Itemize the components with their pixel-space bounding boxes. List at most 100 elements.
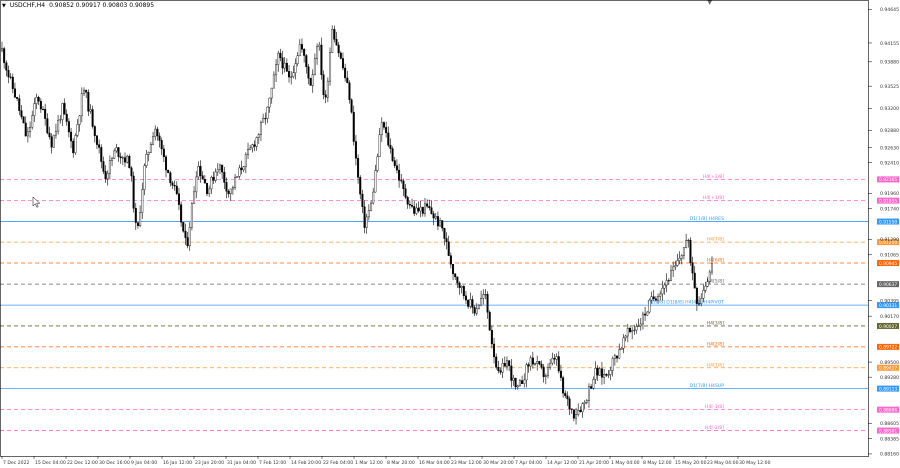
candle-body — [400, 180, 403, 182]
candle-body — [13, 88, 16, 98]
candle-body — [50, 136, 53, 148]
candle-body — [508, 360, 511, 367]
candle-body — [128, 155, 131, 169]
candle-body — [234, 177, 237, 188]
candle-body — [480, 298, 483, 306]
candle-body — [39, 100, 42, 110]
price-chart[interactable]: H4[+2/8] 0.92165 H4[+1/8] 0.91855 D1[1/8] H4… — [0, 0, 900, 468]
candle-body — [540, 363, 543, 368]
candle-body — [568, 398, 571, 409]
candle-body — [708, 271, 711, 282]
candle-body — [87, 92, 90, 112]
candle-body — [152, 136, 155, 145]
level-price-badge-text: 0.91855 — [879, 198, 897, 204]
candle-body — [497, 367, 500, 371]
candle-body — [367, 210, 370, 218]
candle-body — [512, 377, 515, 381]
candle-body — [270, 87, 273, 99]
candle-body — [581, 403, 584, 413]
candle-body — [659, 293, 662, 297]
candle-body — [262, 118, 265, 123]
candle-body — [247, 149, 250, 155]
price-tick-label: 0.90170 — [880, 314, 899, 320]
candle-body — [419, 206, 422, 212]
candle-body — [173, 185, 176, 187]
candle-body — [20, 110, 23, 117]
candle-body — [374, 170, 377, 193]
candle-body — [298, 44, 301, 56]
candle-body — [685, 240, 688, 248]
candle-body — [674, 265, 677, 268]
time-tick-label: 7 Apr 04:00 — [515, 460, 542, 466]
candle-body — [223, 171, 226, 183]
candle-body — [665, 280, 668, 286]
candle-body — [35, 97, 38, 104]
candle-body — [529, 357, 532, 367]
candle-body — [117, 147, 120, 157]
candle-body — [501, 362, 504, 373]
candle-body — [430, 207, 433, 214]
candle-body — [592, 379, 595, 389]
candle-body — [393, 160, 396, 166]
candle-body — [316, 46, 319, 59]
candle-body — [380, 122, 383, 136]
candle-body — [339, 52, 342, 59]
level-price-badge-text: 0.89417 — [879, 366, 897, 372]
candle-body — [672, 266, 675, 271]
candle-body — [134, 208, 137, 223]
candle-body — [348, 82, 351, 100]
candle-body — [240, 167, 243, 171]
candle-body — [370, 202, 373, 211]
candle-body — [167, 169, 170, 173]
candle-body — [145, 154, 148, 166]
candle-body — [443, 227, 446, 239]
level-label: H4[2/8] — [707, 341, 725, 347]
candle-body — [288, 71, 291, 78]
candle-body — [33, 103, 36, 116]
candle-body — [59, 119, 62, 121]
candle-body — [57, 119, 60, 132]
candle-body — [156, 128, 159, 137]
time-tick-label: 22 Feb 04:00 — [323, 460, 353, 466]
candle-body — [313, 58, 316, 75]
candle-body — [154, 128, 157, 137]
candle-body — [206, 182, 209, 194]
candle-body — [331, 29, 334, 53]
candle-body — [5, 62, 8, 71]
candle-body — [436, 216, 439, 227]
candle-body — [231, 187, 234, 190]
level-label: H4[+2/8] — [703, 174, 724, 180]
candle-body — [527, 364, 530, 367]
candle-body — [469, 299, 472, 307]
time-tick-label: 8 May 12:00 — [643, 460, 672, 466]
candle-body — [63, 103, 66, 115]
candle-body — [484, 294, 487, 296]
candle-body — [633, 329, 636, 331]
time-tick-label: 14 Apr 12:00 — [547, 460, 577, 466]
level-price-badge-text: 0.89113 — [879, 386, 897, 392]
candle-body — [648, 299, 651, 313]
candle-body — [676, 260, 679, 266]
candle-body — [449, 255, 452, 265]
candle-body — [255, 137, 258, 147]
candle-body — [132, 175, 135, 209]
candle-body — [564, 392, 567, 397]
candle-body — [382, 122, 385, 128]
price-tick-label: 0.93525 — [880, 84, 899, 90]
price-tick-label: 0.88385 — [880, 436, 899, 442]
time-tick-label: 15 Dec 04:00 — [35, 460, 66, 466]
candle-body — [102, 161, 105, 172]
candle-body — [411, 204, 414, 207]
candle-body — [333, 29, 336, 40]
candle-body — [311, 74, 314, 86]
candle-body — [490, 329, 493, 345]
candle-body — [294, 63, 297, 73]
candle-body — [229, 188, 232, 195]
candle-body — [698, 303, 701, 305]
candle-body — [551, 358, 554, 364]
candle-body — [275, 64, 278, 76]
candle-body — [473, 307, 476, 314]
price-tick-label: 0.88605 — [880, 421, 899, 427]
candle-body — [415, 207, 418, 214]
candle-body — [587, 386, 590, 401]
